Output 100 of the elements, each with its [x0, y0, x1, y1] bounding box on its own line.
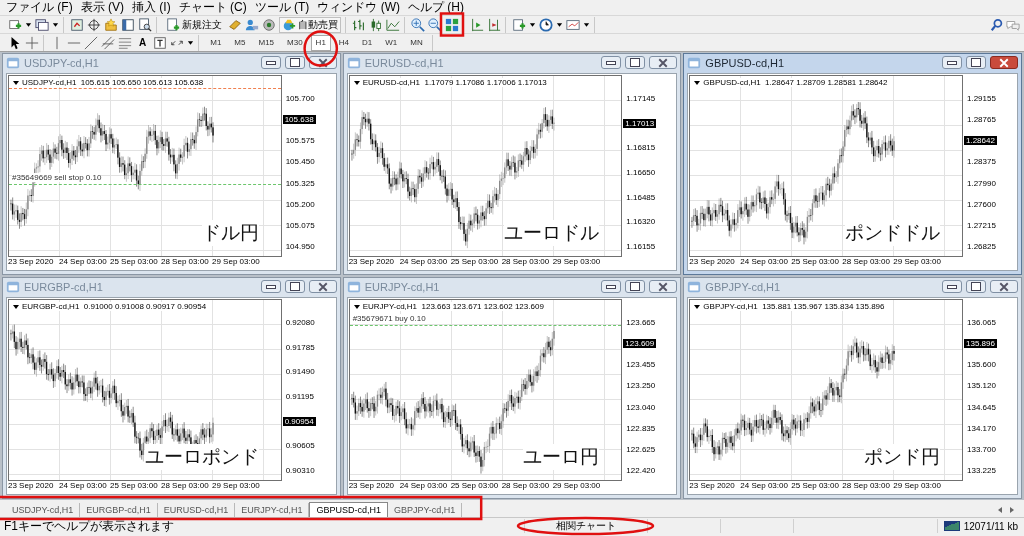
- timeframe-button[interactable]: M30: [282, 34, 308, 51]
- scroll-left-icon[interactable]: [996, 506, 1004, 514]
- close-button[interactable]: [308, 280, 337, 293]
- date-label: 25 Sep 03:00: [110, 481, 159, 492]
- channel-icon[interactable]: [101, 35, 115, 50]
- maximize-button[interactable]: [625, 56, 646, 69]
- price-label: 1.16320: [625, 217, 657, 227]
- zoom-in-icon[interactable]: [411, 17, 425, 32]
- fibonacci-icon[interactable]: [118, 35, 132, 50]
- timeframe-button[interactable]: M15: [253, 34, 280, 51]
- timeframe-button[interactable]: M5: [229, 34, 251, 51]
- menu-item[interactable]: ウィンドウ (W): [313, 0, 404, 16]
- dropdown-triangle-icon[interactable]: [694, 80, 701, 85]
- date-label: 25 Sep 03:00: [791, 257, 840, 268]
- text-label-icon[interactable]: [153, 35, 168, 50]
- bar-chart-icon[interactable]: [352, 17, 366, 32]
- timeframe-button[interactable]: M1: [205, 34, 227, 51]
- auto-trading-button[interactable]: 自動売買: [279, 16, 341, 33]
- scroll-right-icon[interactable]: [1008, 506, 1016, 514]
- close-button[interactable]: [649, 56, 678, 69]
- timeframe-button[interactable]: MN: [405, 34, 428, 51]
- price-label: 136.065: [966, 318, 997, 327]
- window-title: GBPJPY-cd,H1: [705, 280, 782, 293]
- price-label: 135.120: [966, 381, 997, 391]
- order-label: #35649669 sell stop 0.10: [12, 173, 102, 182]
- indicator-icon[interactable]: [512, 17, 526, 32]
- menu-item[interactable]: ツール (T): [250, 0, 314, 16]
- people-icon[interactable]: [245, 17, 259, 32]
- chart-tab[interactable]: GBPJPY-cd,H1: [388, 503, 463, 517]
- price-label: 123.040: [625, 402, 657, 412]
- date-label: 23 Sep 2020: [348, 481, 396, 492]
- price-label: 0.90605: [284, 441, 316, 451]
- new-order-button[interactable]: 新規注文: [163, 16, 225, 33]
- crosshair-icon[interactable]: [87, 17, 101, 32]
- candlestick-icon[interactable]: [369, 17, 383, 32]
- window-title: EURUSD-cd,H1: [364, 56, 445, 69]
- dropdown-triangle-icon[interactable]: [353, 80, 360, 85]
- folder-star-icon[interactable]: [104, 17, 118, 32]
- terminal-icon[interactable]: [121, 17, 135, 32]
- chart-tab[interactable]: EURUSD-cd,H1: [157, 503, 236, 517]
- window-title: EURGBP-cd,H1: [24, 280, 104, 293]
- magnifier-document-icon[interactable]: [138, 17, 152, 32]
- text-tool-button[interactable]: A: [135, 34, 151, 51]
- current-price-label: 135.896: [964, 339, 997, 349]
- chart-tab[interactable]: USDJPY-cd,H1: [6, 503, 81, 517]
- menu-item[interactable]: チャート (C): [174, 0, 251, 16]
- traffic-counter: 12071/11 kb: [963, 520, 1018, 532]
- timeframe-button[interactable]: H1: [310, 34, 331, 51]
- search-icon[interactable]: [990, 17, 1004, 32]
- tile-windows-icon[interactable]: [445, 17, 459, 32]
- dropdown-triangle-icon[interactable]: [694, 304, 701, 309]
- maximize-button[interactable]: [966, 280, 986, 293]
- trend-line-icon[interactable]: [84, 35, 98, 50]
- chart-window-icon: [6, 279, 20, 294]
- menu-item[interactable]: ヘルプ (H): [404, 0, 468, 16]
- menu-item[interactable]: 挿入 (I): [128, 0, 175, 16]
- menu-item[interactable]: ファイル (F): [2, 0, 77, 16]
- maximize-button[interactable]: [625, 280, 646, 293]
- price-label: 133.225: [966, 466, 997, 475]
- dropdown-triangle-icon[interactable]: [13, 304, 19, 309]
- chart-tab[interactable]: EURGBP-cd,H1: [80, 503, 158, 517]
- chart-window-icon[interactable]: [70, 17, 84, 32]
- maximize-button[interactable]: [284, 56, 305, 69]
- minimize-icon: [947, 60, 957, 65]
- price-label: 105.200: [284, 199, 316, 209]
- current-price-label: 0.90954: [282, 416, 316, 426]
- minimize-button[interactable]: [260, 56, 281, 69]
- date-label: 23 Sep 2020: [8, 481, 55, 492]
- minimize-button[interactable]: [601, 56, 622, 69]
- close-button[interactable]: [649, 280, 678, 293]
- maximize-button[interactable]: [284, 280, 305, 293]
- minimize-button[interactable]: [942, 56, 962, 69]
- timeframe-button[interactable]: D1: [357, 34, 378, 51]
- maximize-button[interactable]: [966, 56, 986, 69]
- minimize-button[interactable]: [601, 280, 622, 293]
- chart-note: ポンドドル: [845, 220, 940, 246]
- clock-icon[interactable]: [539, 17, 553, 32]
- zoom-out-icon[interactable]: [428, 17, 442, 32]
- template-icon[interactable]: [566, 17, 580, 32]
- chart-tab[interactable]: GBPUSD-cd,H1: [309, 502, 388, 517]
- timeframe-button[interactable]: H4: [333, 34, 355, 51]
- date-label: 24 Sep 03:00: [740, 481, 789, 492]
- close-button[interactable]: [990, 280, 1018, 293]
- line-chart-icon[interactable]: [386, 17, 400, 32]
- date-label: 24 Sep 03:00: [740, 257, 789, 268]
- dropdown-triangle-icon[interactable]: [13, 80, 19, 85]
- new-chart-icon[interactable]: [8, 17, 22, 32]
- signal-icon[interactable]: [262, 17, 276, 32]
- book-icon[interactable]: [228, 17, 242, 32]
- timeframe-button[interactable]: W1: [380, 34, 403, 51]
- minimize-button[interactable]: [260, 280, 281, 293]
- minimize-button[interactable]: [942, 280, 962, 293]
- price-label: 105.450: [284, 157, 316, 167]
- close-button[interactable]: [990, 56, 1018, 69]
- auto-scroll-icon[interactable]: [470, 17, 484, 32]
- dropdown-triangle-icon[interactable]: [353, 304, 360, 309]
- chart-shift-icon[interactable]: [487, 17, 501, 32]
- date-label: 29 Sep 03:00: [552, 257, 602, 268]
- menu-item[interactable]: 表示 (V): [76, 0, 128, 16]
- windows-icon[interactable]: [35, 17, 49, 32]
